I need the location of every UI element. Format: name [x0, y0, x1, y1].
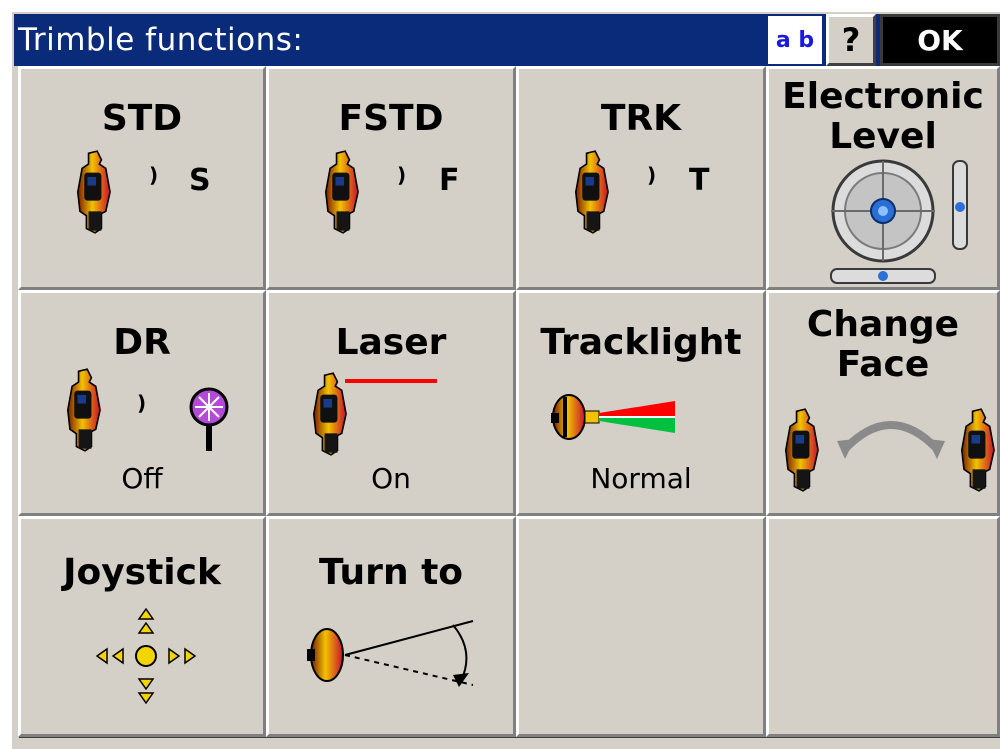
std-mode-letter: S [189, 163, 211, 198]
electronic-level-button[interactable]: Electronic Level [766, 66, 1000, 290]
bubble-level-icon [830, 159, 968, 284]
turn-to-angle-icon [307, 620, 474, 687]
joystick-button[interactable]: Joystick [18, 516, 266, 737]
tracklight-icon [551, 394, 675, 440]
laser-button[interactable]: Laser On [266, 290, 516, 516]
laser-pointer-icon [312, 372, 437, 456]
signal-icon: ) [647, 163, 657, 187]
fstd-label: FSTD [338, 98, 444, 139]
turn-to-button[interactable]: Turn to [266, 516, 516, 737]
signal-icon: ) [137, 391, 147, 415]
change-face-label-line2: Face [836, 344, 930, 385]
change-face-icon [784, 408, 995, 492]
signal-icon: ) [149, 163, 159, 187]
input-mode-button[interactable]: a b [766, 14, 824, 66]
joystick-arrows-icon [95, 607, 197, 705]
laser-status: On [371, 462, 411, 495]
trk-button[interactable]: TRK ) T [516, 66, 766, 290]
laser-label: Laser [335, 322, 447, 363]
instrument-icon [76, 150, 111, 234]
instrument-icon [66, 368, 101, 452]
empty-slot-button[interactable] [766, 516, 1000, 737]
tracklight-button[interactable]: Tracklight Normal [516, 290, 766, 516]
instrument-icon [324, 150, 359, 234]
empty-slot-button[interactable] [516, 516, 766, 737]
ok-button[interactable]: OK [880, 14, 1000, 66]
trk-label: TRK [600, 98, 682, 139]
std-button[interactable]: STD ) S [18, 66, 266, 290]
help-button[interactable]: ? [826, 14, 876, 66]
tracklight-label: Tracklight [540, 322, 742, 363]
electronic-level-label-line2: Level [829, 116, 937, 157]
trk-mode-letter: T [689, 163, 710, 198]
instrument-icon [574, 150, 609, 234]
fstd-mode-letter: F [439, 163, 460, 198]
change-face-button[interactable]: Change Face [766, 290, 1000, 516]
change-face-label-line1: Change [806, 304, 960, 345]
joystick-label: Joystick [63, 552, 221, 593]
fstd-button[interactable]: FSTD ) F [266, 66, 516, 290]
electronic-level-label-line1: Electronic [782, 76, 984, 117]
dr-label: DR [113, 322, 171, 363]
tracklight-status: Normal [590, 462, 692, 495]
dr-status: Off [121, 462, 163, 495]
dialog-title: Trimble functions: [18, 22, 304, 58]
signal-icon: ) [397, 163, 407, 187]
std-label: STD [101, 98, 183, 139]
dr-button[interactable]: DR ) Off [18, 290, 266, 516]
turn-to-label: Turn to [318, 552, 464, 593]
prism-target-icon [189, 387, 229, 451]
